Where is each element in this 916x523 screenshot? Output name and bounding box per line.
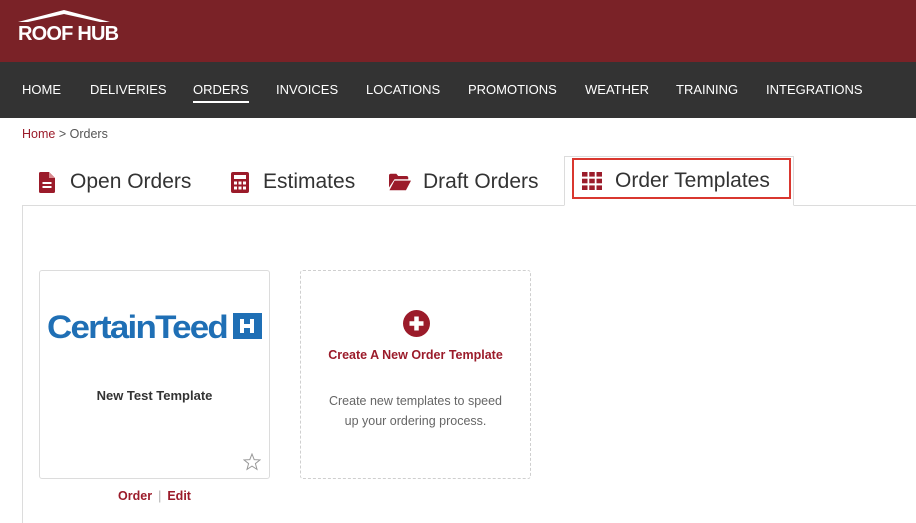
breadcrumb-home-link[interactable]: Home xyxy=(22,127,55,141)
favorite-star-icon[interactable] xyxy=(243,453,261,471)
action-separator: | xyxy=(158,489,162,503)
template-title: New Test Template xyxy=(96,388,213,403)
create-template-title[interactable]: Create A New Order Template xyxy=(301,348,530,362)
breadcrumb-current: Orders xyxy=(69,127,108,141)
logo-text: ROOF HUB xyxy=(18,23,119,45)
main-nav: HOME DELIVERIES ORDERS INVOICES LOCATION… xyxy=(0,62,916,118)
nav-weather[interactable]: WEATHER xyxy=(585,82,649,97)
nav-training[interactable]: TRAINING xyxy=(676,82,738,97)
tab-label: Open Orders xyxy=(70,170,192,193)
create-template-card[interactable]: Create A New Order Template Create new t… xyxy=(300,270,531,479)
create-template-description: Create new templates to speed up your or… xyxy=(328,394,503,428)
tab-label: Estimates xyxy=(263,170,356,193)
svg-text:CertainTeed: CertainTeed xyxy=(47,309,227,345)
edit-link[interactable]: Edit xyxy=(167,489,191,503)
document-icon xyxy=(36,171,58,193)
plus-circle-icon xyxy=(403,310,430,337)
active-tab-highlight xyxy=(572,158,791,199)
calculator-icon xyxy=(229,171,251,193)
breadcrumb-separator: > xyxy=(58,127,67,141)
breadcrumb: Home > Orders xyxy=(22,127,108,141)
certainteed-logo: CertainTeed xyxy=(47,309,262,345)
roof-hub-logo[interactable]: ROOF HUB xyxy=(18,9,119,49)
nav-home[interactable]: HOME xyxy=(22,82,61,97)
order-link[interactable]: Order xyxy=(118,489,152,503)
header-bar: ROOF HUB xyxy=(0,0,916,62)
nav-locations[interactable]: LOCATIONS xyxy=(366,82,440,97)
tab-label: Draft Orders xyxy=(423,170,539,193)
template-card[interactable]: CertainTeed New Test Template xyxy=(39,270,270,479)
nav-deliveries[interactable]: DELIVERIES xyxy=(90,82,167,97)
folder-open-icon xyxy=(389,171,411,193)
nav-orders[interactable]: ORDERS xyxy=(193,82,249,103)
template-actions: Order | Edit xyxy=(39,489,270,503)
roof-icon xyxy=(18,10,110,22)
nav-promotions[interactable]: PROMOTIONS xyxy=(468,82,557,97)
tab-estimates[interactable]: Estimates xyxy=(229,160,355,204)
tab-open-orders[interactable]: Open Orders xyxy=(36,160,191,204)
tab-draft-orders[interactable]: Draft Orders xyxy=(389,160,539,204)
nav-integrations[interactable]: INTEGRATIONS xyxy=(766,82,863,97)
nav-invoices[interactable]: INVOICES xyxy=(276,82,338,97)
